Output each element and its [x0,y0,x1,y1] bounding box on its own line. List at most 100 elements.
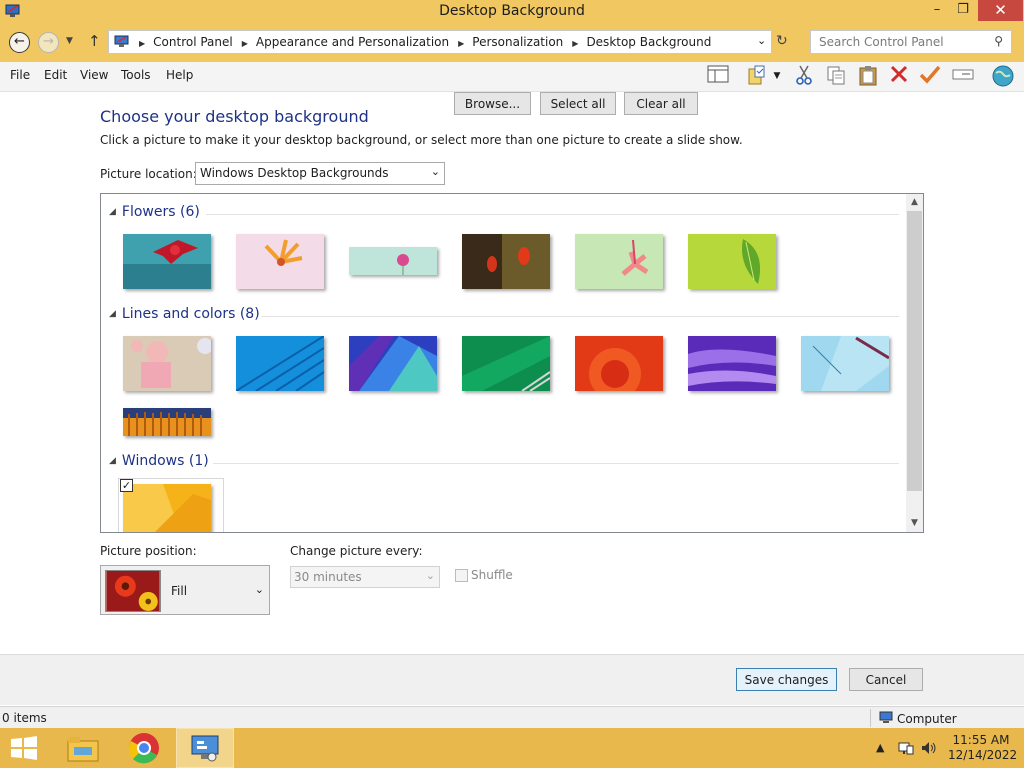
refresh-button[interactable]: ↻ [776,33,788,49]
breadcrumb-control-panel[interactable]: Control Panel [153,35,233,49]
group-header-flowers[interactable]: ◢ Flowers (6) [109,204,200,220]
search-icon[interactable]: ⚲ [994,34,1003,48]
globe-icon[interactable] [990,64,1016,89]
computer-icon [879,711,893,723]
thumbnail-lines-6[interactable] [688,336,776,391]
taskbar-control-panel[interactable] [176,728,234,768]
breadcrumb-separator-icon[interactable]: ▶ [242,39,248,48]
scrollbar-thumb[interactable] [907,211,922,491]
maximize-button[interactable]: ❐ [950,0,976,21]
thumbnail-flowers-5[interactable] [575,234,663,289]
properties-icon[interactable] [744,64,770,89]
chrome-icon [128,733,159,764]
change-picture-select[interactable]: 30 minutes ⌄ [290,566,440,588]
scroll-down-icon[interactable]: ▼ [906,515,923,532]
layout-pane-icon[interactable] [705,64,731,89]
arrow-up-icon: ↑ [88,32,101,50]
page-title: Choose your desktop background [100,107,369,126]
menu-bar: File Edit View Tools Help ▼ [0,62,1024,92]
group-header-lines-and-colors[interactable]: ◢ Lines and colors (8) [109,306,260,322]
group-label: Lines and colors (8) [121,306,260,322]
thumbnail-flowers-6[interactable] [688,234,776,289]
thumbnail-flowers-2[interactable] [236,234,324,289]
windows-start-icon[interactable] [10,736,38,760]
change-picture-value: 30 minutes [294,570,362,584]
taskbar-chrome[interactable] [115,728,173,768]
breadcrumb-personalization[interactable]: Personalization [472,35,563,49]
show-hidden-icons-icon[interactable]: ▲ [876,741,884,754]
address-history-dropdown[interactable]: ⌄ [757,34,766,47]
status-zone-label: Computer [897,712,957,726]
gallery-scrollbar[interactable]: ▲ ▼ [906,194,923,532]
thumbnail-flowers-3[interactable] [349,247,437,275]
thumbnail-flowers-4[interactable] [462,234,550,289]
collapse-triangle-icon[interactable]: ◢ [109,456,116,466]
thumbnail-lines-2[interactable] [236,336,324,391]
wallpaper-gallery: ◢ Flowers (6) ◢ Lines and colors (8) ◢ Wind… [100,193,924,533]
group-divider [213,463,899,464]
thumbnail-lines-5[interactable] [575,336,663,391]
group-label: Windows (1) [121,453,209,469]
up-button[interactable]: ↑ [88,32,101,50]
scroll-up-icon[interactable]: ▲ [906,194,923,211]
select-all-button[interactable]: Select all [540,92,616,115]
delete-icon[interactable] [886,64,912,89]
menu-tools[interactable]: Tools [121,68,151,82]
picture-position-value: Fill [171,584,188,598]
picture-position-select[interactable]: Fill ⌄ [100,565,270,615]
picture-location-select[interactable]: Windows Desktop Backgrounds ⌄ [195,162,445,185]
menu-view[interactable]: View [80,68,108,82]
thumbnail-lines-8[interactable] [123,408,211,436]
browse-button[interactable]: Browse... [454,92,531,115]
window-title: Desktop Background [439,3,585,19]
search-placeholder: Search Control Panel [819,35,944,49]
collapse-triangle-icon[interactable]: ◢ [109,309,116,319]
address-bar: ← → ▼ ↑ ▶ Control Panel ▶ Appearance and Pe… [0,24,1024,62]
shuffle-checkbox[interactable] [455,569,468,582]
check-icon[interactable] [917,64,943,89]
clock-time: 11:55 AM [952,733,1010,747]
network-icon[interactable] [898,740,914,756]
properties-dropdown-icon[interactable]: ▼ [770,64,784,89]
cut-icon[interactable] [791,64,817,89]
save-changes-button[interactable]: Save changes [736,668,837,691]
recent-locations-dropdown[interactable]: ▼ [66,36,73,46]
control-panel-icon [114,35,129,47]
close-button[interactable]: ✕ [978,0,1023,21]
menu-edit[interactable]: Edit [44,68,67,82]
volume-icon[interactable] [920,740,938,756]
breadcrumb-root-arrow-icon[interactable]: ▶ [139,39,145,48]
rename-icon[interactable] [950,64,976,89]
search-input[interactable]: Search Control Panel ⚲ [810,30,1012,54]
main-content: Choose your desktop background Click a p… [0,92,1024,705]
forward-button[interactable]: → [38,32,59,53]
change-picture-label: Change picture every: [290,544,423,558]
address-box[interactable]: ▶ Control Panel ▶ Appearance and Personaliz… [108,30,772,54]
clear-all-button[interactable]: Clear all [624,92,698,115]
menu-file[interactable]: File [10,68,30,82]
thumbnail-flowers-1[interactable] [123,234,211,289]
taskbar-clock[interactable]: 11:55 AM 12/14/2022 [948,733,1017,763]
collapse-triangle-icon[interactable]: ◢ [109,207,116,217]
group-header-windows[interactable]: ◢ Windows (1) [109,453,209,469]
thumbnail-lines-4[interactable] [462,336,550,391]
minimize-button[interactable]: – [924,0,950,21]
picture-location-value: Windows Desktop Backgrounds [200,166,389,180]
taskbar-file-explorer[interactable] [54,728,112,768]
arrow-left-icon: ← [14,34,25,49]
cancel-button[interactable]: Cancel [849,668,923,691]
breadcrumb-appearance[interactable]: Appearance and Personalization [256,35,449,49]
menu-help[interactable]: Help [166,68,193,82]
breadcrumb-separator-icon[interactable]: ▶ [458,39,464,48]
breadcrumb-separator-icon[interactable]: ▶ [572,39,578,48]
thumbnail-checkbox[interactable]: ✓ [120,479,133,492]
thumbnail-windows-1[interactable] [123,484,211,533]
paste-icon[interactable] [855,64,881,89]
status-bar: 0 items Computer [0,706,1024,728]
thumbnail-lines-7[interactable] [801,336,889,391]
copy-icon[interactable] [823,64,849,89]
back-button[interactable]: ← [9,32,30,53]
thumbnail-lines-1[interactable] [123,336,211,391]
thumbnail-lines-3[interactable] [349,336,437,391]
breadcrumb-desktop-background[interactable]: Desktop Background [586,35,711,49]
